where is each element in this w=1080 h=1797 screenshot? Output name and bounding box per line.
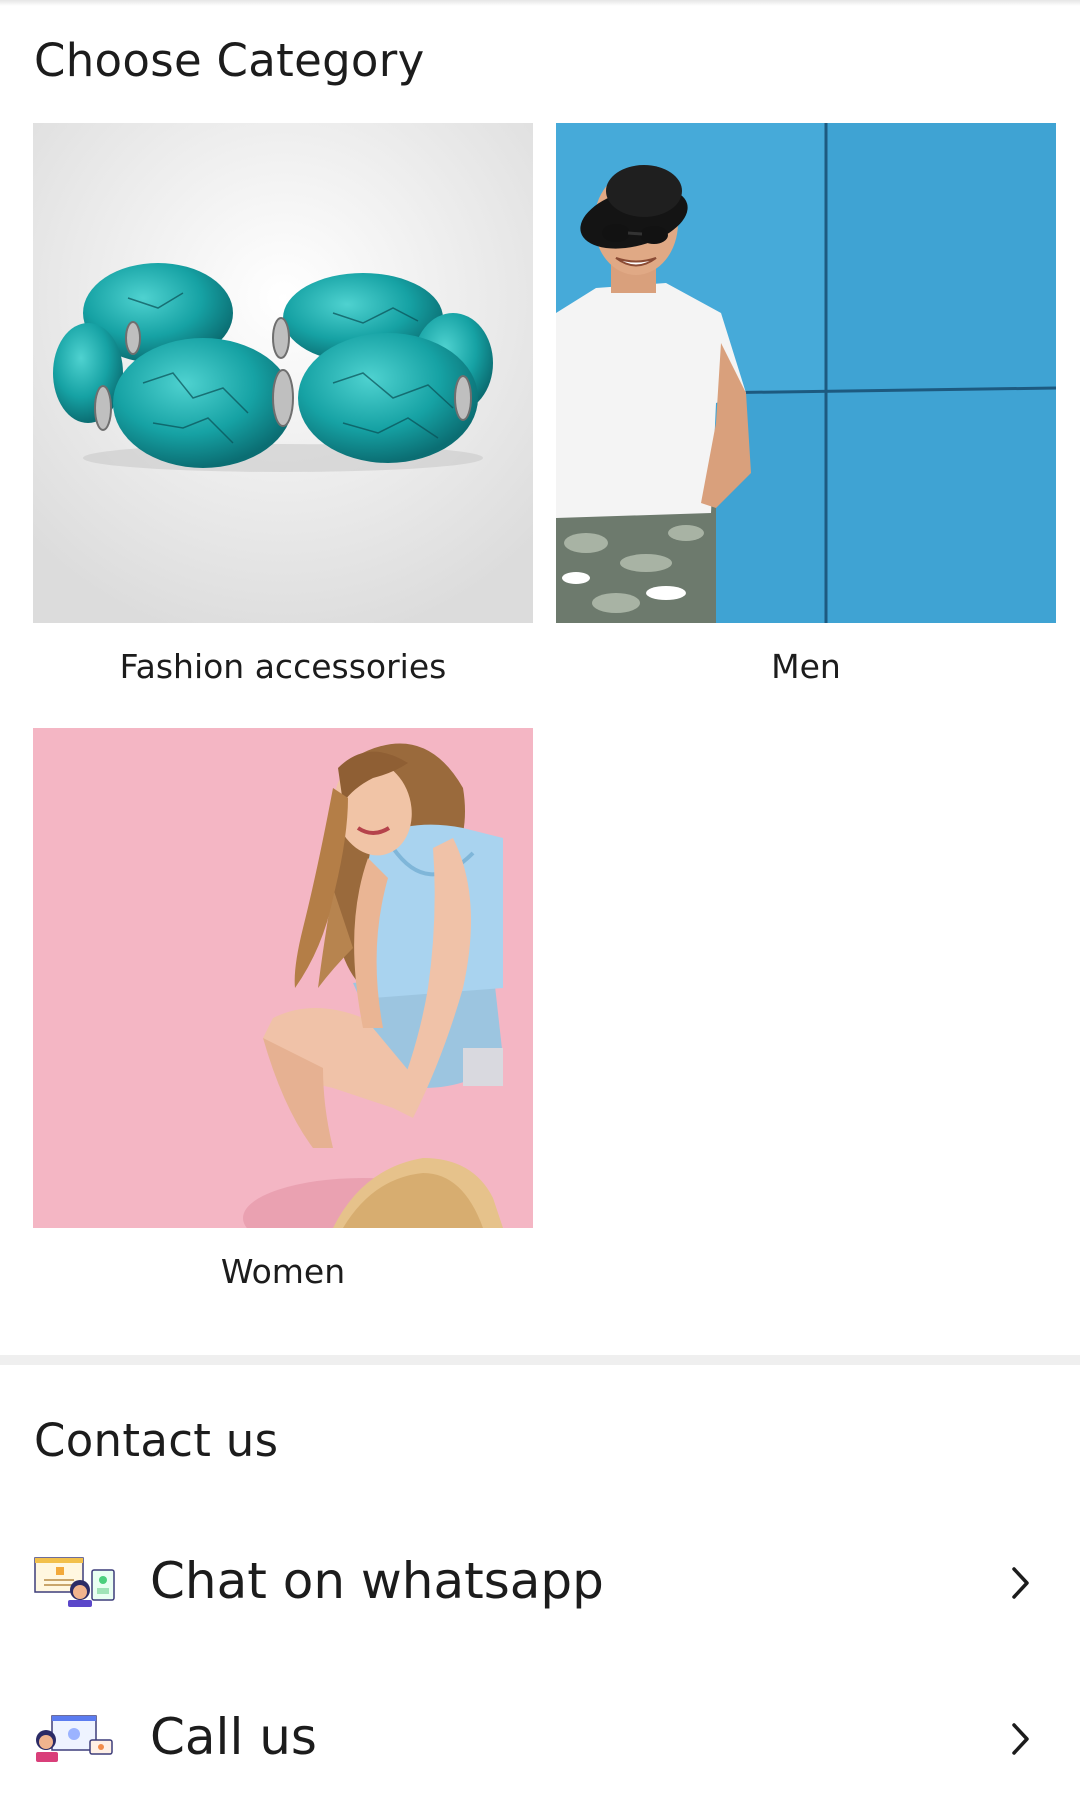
- chat-on-whatsapp-label: Chat on whatsapp: [150, 1552, 604, 1610]
- header-shadow: [0, 0, 1080, 6]
- women-image: [33, 728, 533, 1228]
- chevron-right-icon: [1010, 1563, 1032, 1603]
- men-image: [556, 123, 1056, 623]
- section-divider: [0, 1355, 1080, 1365]
- call-us-label: Call us: [150, 1708, 317, 1766]
- fashion-accessories-image: [33, 123, 533, 623]
- call-support-illustration-icon: [34, 1712, 116, 1764]
- category-label-women: Women: [220, 1252, 346, 1291]
- chevron-right-icon: [1010, 1719, 1032, 1759]
- category-label-men: Men: [771, 647, 841, 686]
- chat-on-whatsapp-row[interactable]: Chat on whatsapp: [0, 1531, 1080, 1641]
- category-card-fashion-accessories[interactable]: Fashion accessories: [33, 123, 533, 687]
- category-card-women[interactable]: Women: [33, 728, 533, 1292]
- category-card-men[interactable]: Men: [556, 123, 1056, 687]
- call-us-row[interactable]: Call us: [0, 1687, 1080, 1797]
- choose-category-title: Choose Category: [34, 34, 425, 87]
- category-label-fashion-accessories: Fashion accessories: [119, 647, 447, 686]
- chat-support-illustration-icon: [34, 1556, 116, 1608]
- contact-us-title: Contact us: [34, 1414, 279, 1467]
